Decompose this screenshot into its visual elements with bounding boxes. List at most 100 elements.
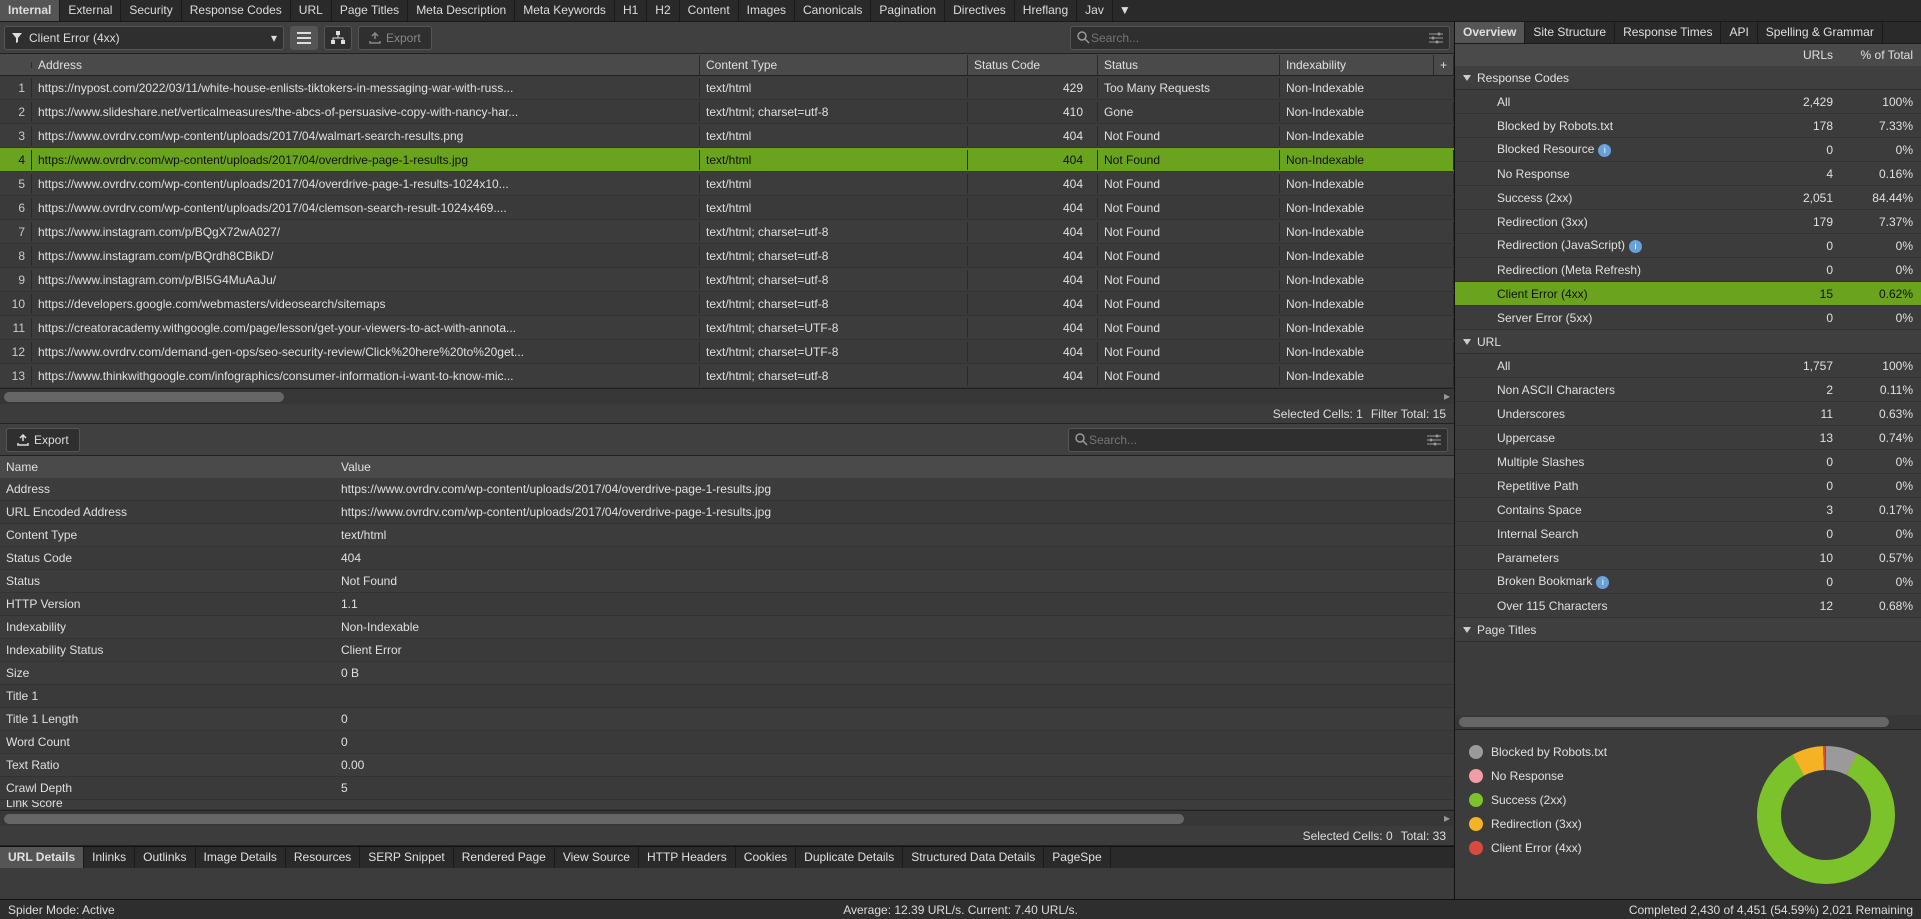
detail-tab-cookies[interactable]: Cookies <box>736 847 796 868</box>
scrollbar-thumb[interactable] <box>4 392 284 402</box>
top-tab-content[interactable]: Content <box>680 0 739 21</box>
table-row[interactable]: 8https://www.instagram.com/p/BQrdh8CBikD… <box>0 244 1454 268</box>
detail-tab-image-details[interactable]: Image Details <box>196 847 286 868</box>
overview-item[interactable]: Uppercase130.74% <box>1455 426 1921 450</box>
details-search-box[interactable] <box>1068 428 1448 452</box>
top-tab-h1[interactable]: H1 <box>615 0 647 21</box>
table-row[interactable]: 2https://www.slideshare.net/verticalmeas… <box>0 100 1454 124</box>
table-row[interactable]: 1https://nypost.com/2022/03/11/white-hou… <box>0 76 1454 100</box>
top-tab-external[interactable]: External <box>60 0 121 21</box>
top-tab-internal[interactable]: Internal <box>0 0 60 21</box>
detail-row[interactable]: URL Encoded Addresshttps://www.ovrdrv.co… <box>0 501 1454 524</box>
table-row[interactable]: 4https://www.ovrdrv.com/wp-content/uploa… <box>0 148 1454 172</box>
detail-tab-view-source[interactable]: View Source <box>555 847 639 868</box>
detail-row[interactable]: Size0 B <box>0 662 1454 685</box>
overview-item[interactable]: Underscores110.63% <box>1455 402 1921 426</box>
detail-tab-resources[interactable]: Resources <box>286 847 360 868</box>
top-tab-canonicals[interactable]: Canonicals <box>795 0 871 21</box>
detail-tab-url-details[interactable]: URL Details <box>0 847 84 868</box>
overview-item[interactable]: Multiple Slashes00% <box>1455 450 1921 474</box>
table-row[interactable]: 7https://www.instagram.com/p/BQgX72wA027… <box>0 220 1454 244</box>
detail-row[interactable]: IndexabilityNon-Indexable <box>0 616 1454 639</box>
top-tab-overflow[interactable]: ▼ <box>1113 0 1137 21</box>
overview-item[interactable]: No Response40.16% <box>1455 162 1921 186</box>
overview-group-response-codes[interactable]: Response Codes <box>1455 66 1921 90</box>
overview-tab-api[interactable]: API <box>1721 22 1757 43</box>
scrollbar-thumb[interactable] <box>4 814 1184 824</box>
details-h-scrollbar[interactable]: ▸ <box>0 810 1454 826</box>
detail-row[interactable]: Content Typetext/html <box>0 524 1454 547</box>
col-status[interactable]: Status <box>1098 55 1280 75</box>
table-row[interactable]: 6https://www.ovrdrv.com/wp-content/uploa… <box>0 196 1454 220</box>
sliders-icon[interactable] <box>1429 32 1443 44</box>
top-tab-meta-description[interactable]: Meta Description <box>408 0 515 21</box>
detail-row[interactable]: StatusNot Found <box>0 570 1454 593</box>
overview-group-page-titles[interactable]: Page Titles <box>1455 618 1921 642</box>
detail-tab-rendered-page[interactable]: Rendered Page <box>454 847 555 868</box>
tree-view-button[interactable] <box>324 26 352 50</box>
overview-tab-response-times[interactable]: Response Times <box>1615 22 1721 43</box>
overview-item[interactable]: Parameters100.57% <box>1455 546 1921 570</box>
table-row[interactable]: 11https://creatoracademy.withgoogle.com/… <box>0 316 1454 340</box>
table-row[interactable]: 3https://www.ovrdrv.com/wp-content/uploa… <box>0 124 1454 148</box>
overview-item[interactable]: Internal Search00% <box>1455 522 1921 546</box>
search-input[interactable] <box>1091 31 1429 45</box>
col-address[interactable]: Address <box>32 55 700 75</box>
detail-row[interactable]: Text Ratio0.00 <box>0 754 1454 777</box>
detail-row[interactable]: Crawl Depth5 <box>0 777 1454 800</box>
detail-tab-outlinks[interactable]: Outlinks <box>135 847 195 868</box>
col-status-code[interactable]: Status Code <box>968 55 1098 75</box>
table-row[interactable]: 12https://www.ovrdrv.com/demand-gen-ops/… <box>0 340 1454 364</box>
overview-item[interactable]: All2,429100% <box>1455 90 1921 114</box>
top-tab-jav[interactable]: Jav <box>1077 0 1113 21</box>
detail-row[interactable]: Status Code404 <box>0 547 1454 570</box>
col-content-type[interactable]: Content Type <box>700 55 968 75</box>
detail-tab-serp-snippet[interactable]: SERP Snippet <box>360 847 454 868</box>
detail-row[interactable]: Title 1 Length0 <box>0 708 1454 731</box>
search-box[interactable] <box>1070 26 1450 50</box>
detail-tab-structured-data-details[interactable]: Structured Data Details <box>903 847 1044 868</box>
overview-item[interactable]: All1,757100% <box>1455 354 1921 378</box>
col-name[interactable]: Name <box>0 457 335 477</box>
detail-row[interactable]: HTTP Version1.1 <box>0 593 1454 616</box>
table-row[interactable]: 5https://www.ovrdrv.com/wp-content/uploa… <box>0 172 1454 196</box>
top-tab-hreflang[interactable]: Hreflang <box>1015 0 1077 21</box>
overview-item[interactable]: Success (2xx)2,05184.44% <box>1455 186 1921 210</box>
export-button[interactable]: Export <box>6 428 80 452</box>
col-indexability[interactable]: Indexability <box>1280 55 1434 75</box>
detail-row[interactable]: Title 1 <box>0 685 1454 708</box>
overview-item[interactable]: Blocked by Robots.txt1787.33% <box>1455 114 1921 138</box>
overview-item[interactable]: Over 115 Characters120.68% <box>1455 594 1921 618</box>
top-tab-meta-keywords[interactable]: Meta Keywords <box>515 0 615 21</box>
list-view-button[interactable] <box>290 26 318 50</box>
filter-dropdown[interactable]: Client Error (4xx) ▾ <box>4 26 284 50</box>
table-row[interactable]: 10https://developers.google.com/webmaste… <box>0 292 1454 316</box>
overview-tab-overview[interactable]: Overview <box>1455 22 1525 43</box>
details-search-input[interactable] <box>1089 433 1427 447</box>
overview-item[interactable]: Redirection (Meta Refresh)00% <box>1455 258 1921 282</box>
table-row[interactable]: 9https://www.instagram.com/p/BI5G4MuAaJu… <box>0 268 1454 292</box>
detail-row[interactable]: Word Count0 <box>0 731 1454 754</box>
overview-item[interactable]: Blocked Resourcei00% <box>1455 138 1921 162</box>
overview-item[interactable]: Server Error (5xx)00% <box>1455 306 1921 330</box>
scrollbar-thumb[interactable] <box>1459 717 1889 727</box>
table-row[interactable]: 13https://www.thinkwithgoogle.com/infogr… <box>0 364 1454 388</box>
top-tab-images[interactable]: Images <box>739 0 795 21</box>
top-tab-directives[interactable]: Directives <box>945 0 1015 21</box>
sliders-icon[interactable] <box>1427 434 1441 446</box>
top-tab-url[interactable]: URL <box>291 0 332 21</box>
overview-h-scrollbar[interactable] <box>1455 715 1921 729</box>
top-tab-h2[interactable]: H2 <box>647 0 679 21</box>
overview-item[interactable]: Client Error (4xx)150.62% <box>1455 282 1921 306</box>
detail-tab-duplicate-details[interactable]: Duplicate Details <box>796 847 903 868</box>
detail-tab-http-headers[interactable]: HTTP Headers <box>639 847 736 868</box>
top-tab-pagination[interactable]: Pagination <box>871 0 945 21</box>
top-tab-page-titles[interactable]: Page Titles <box>332 0 408 21</box>
overview-item[interactable]: Broken Bookmarki00% <box>1455 570 1921 594</box>
overview-item[interactable]: Non ASCII Characters20.11% <box>1455 378 1921 402</box>
add-column-button[interactable]: + <box>1434 55 1454 75</box>
overview-tab-spelling-&-grammar[interactable]: Spelling & Grammar <box>1758 22 1883 43</box>
h-scrollbar[interactable]: ▸ <box>0 388 1454 404</box>
detail-tab-inlinks[interactable]: Inlinks <box>84 847 135 868</box>
overview-item[interactable]: Repetitive Path00% <box>1455 474 1921 498</box>
